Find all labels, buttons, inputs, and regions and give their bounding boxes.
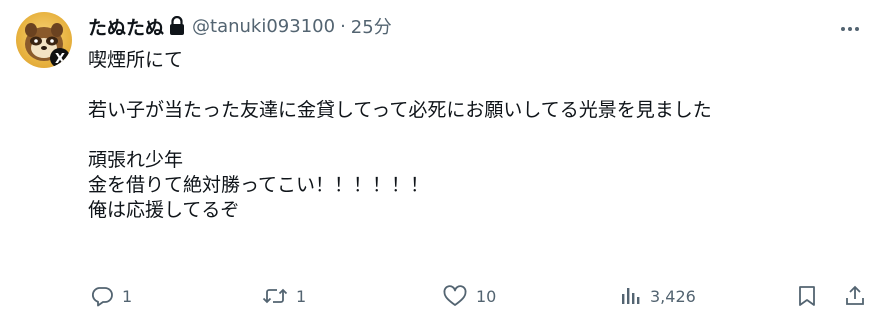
bookmark-icon (796, 284, 818, 308)
views-count: 3,426 (650, 286, 696, 306)
bookmark-button[interactable] (796, 280, 818, 312)
share-icon (844, 284, 866, 308)
like-button[interactable]: 10 (442, 280, 496, 312)
like-icon (442, 284, 468, 308)
lock-icon (168, 15, 186, 36)
action-bar: 1 1 10 3,426 (88, 280, 868, 312)
like-count: 10 (476, 286, 497, 306)
retweet-count: 1 (296, 286, 307, 306)
display-name[interactable]: たぬたぬ (88, 13, 164, 40)
tweet-header: たぬたぬ @tanuki093100 · 25分 (88, 12, 392, 40)
more-icon (840, 17, 860, 36)
tweet-line (88, 73, 858, 98)
retweet-icon (262, 284, 288, 308)
tweet-line: 俺は応援してるぞ (88, 199, 240, 221)
user-handle[interactable]: @tanuki093100 (192, 16, 335, 37)
tweet-text: 喫煙所にて 若い子が当たった友達に金貸してって必死にお願いしてる光景を見ました … (88, 48, 858, 223)
more-button[interactable] (836, 14, 864, 38)
svg-text:X: X (55, 52, 65, 67)
tweet-line: 金を借りて絶対勝ってこい！！！！！！ (88, 174, 430, 196)
reply-button[interactable]: 1 (90, 280, 132, 312)
views-button[interactable]: 3,426 (620, 280, 696, 312)
avatar[interactable]: X (16, 12, 72, 68)
views-icon (620, 284, 642, 308)
tweet-line: 喫煙所にて (88, 49, 184, 71)
tweet-line: 頑張れ少年 (88, 149, 184, 171)
tweet-line (88, 123, 858, 148)
timestamp[interactable]: 25分 (351, 13, 392, 39)
tweet-line: 若い子が当たった友達に金貸してって必死にお願いしてる光景を見ました (88, 99, 712, 121)
share-button[interactable] (844, 280, 866, 312)
retweet-button[interactable]: 1 (262, 280, 306, 312)
separator-dot: · (340, 15, 346, 37)
reply-count: 1 (122, 286, 133, 306)
reply-icon (90, 284, 114, 308)
